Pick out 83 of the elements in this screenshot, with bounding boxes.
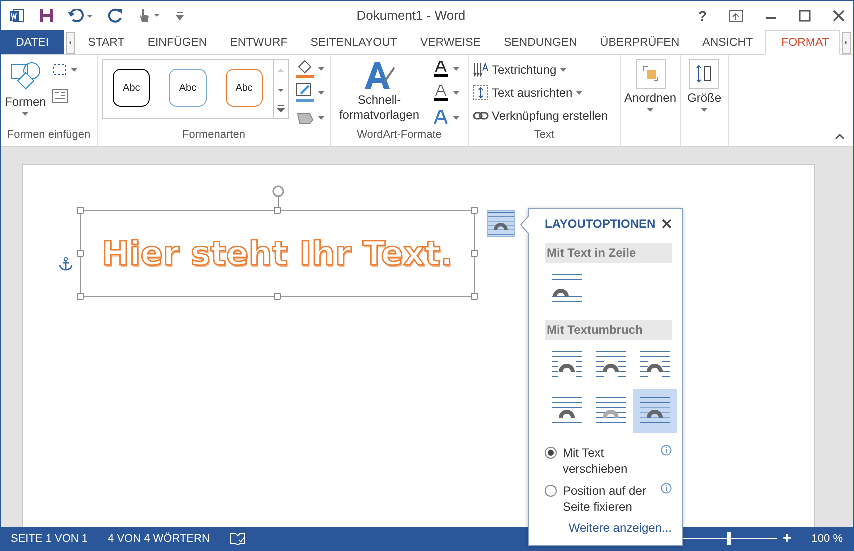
text-command[interactable]: Textrichtung xyxy=(473,59,608,81)
fill-bucket-icon[interactable] xyxy=(295,59,315,80)
arrange-icon xyxy=(642,65,660,83)
resize-handle[interactable] xyxy=(274,293,281,300)
text-fill-icon[interactable] xyxy=(432,60,450,78)
wordart-a-icon xyxy=(362,59,396,91)
size-button[interactable]: Größe xyxy=(687,59,722,128)
text-direction-icon xyxy=(473,62,489,78)
resize-handle[interactable] xyxy=(471,250,478,257)
section-heading: Mit Text in Zeile xyxy=(545,243,672,263)
info-icon[interactable] xyxy=(661,445,672,456)
text-command[interactable]: Verknüpfung erstellen xyxy=(473,105,608,127)
resize-handle[interactable] xyxy=(471,293,478,300)
radio-label[interactable]: Position auf der Seite fixieren xyxy=(563,483,655,515)
caret-icon xyxy=(452,91,460,96)
quick-styles-button[interactable]: Schnell- formatvorlagen xyxy=(339,59,420,128)
caret-icon xyxy=(700,108,708,112)
window-title: Dokument1 - Word xyxy=(356,8,467,23)
radio-button[interactable] xyxy=(545,485,557,497)
command-label: Verknüpfung erstellen xyxy=(492,109,608,123)
panel-title: LAYOUTOPTIONEN xyxy=(545,217,656,231)
outline-pen-icon[interactable] xyxy=(295,83,315,104)
command-label: Textrichtung xyxy=(492,63,557,77)
shape-style-sample[interactable]: Abc xyxy=(169,69,207,107)
customize-icon[interactable] xyxy=(176,10,184,20)
shape-styles-gallery[interactable]: Abc Abc Abc xyxy=(102,59,289,119)
zoom-level[interactable]: 100 % xyxy=(812,532,843,544)
shapes-button[interactable]: Formen xyxy=(5,59,46,128)
text-outline-icon[interactable] xyxy=(432,84,450,102)
layout-options-button[interactable] xyxy=(487,210,515,237)
caret-icon xyxy=(71,68,78,72)
resize-handle[interactable] xyxy=(274,207,281,214)
wrap-option[interactable] xyxy=(633,389,677,433)
file-tab[interactable]: DATEI xyxy=(1,30,64,54)
text-align-icon xyxy=(473,85,489,101)
redo-icon[interactable] xyxy=(108,8,124,24)
zoom-in-button[interactable]: + xyxy=(783,530,792,547)
page-count[interactable]: SEITE 1 VON 1 xyxy=(11,532,88,544)
wordart-text: Hier steht Ihr Text. xyxy=(102,234,454,273)
group-label: Text xyxy=(534,128,555,143)
touch-mode-icon[interactable] xyxy=(138,8,162,24)
group-label: Formenarten xyxy=(182,128,246,143)
arrange-button[interactable]: Anordnen xyxy=(624,59,677,128)
text-effects-icon[interactable] xyxy=(432,108,450,127)
resize-handle[interactable] xyxy=(77,250,84,257)
caret-icon xyxy=(452,67,460,72)
shape-style-sample[interactable]: Abc xyxy=(113,69,150,107)
radio-button[interactable] xyxy=(545,447,557,459)
caret-icon xyxy=(318,91,325,96)
edit-shape-icon[interactable] xyxy=(52,63,68,77)
ribbon-display-icon[interactable] xyxy=(729,10,743,22)
group-label: WordArt-Formate xyxy=(357,128,442,143)
anchor-icon xyxy=(59,257,73,271)
caret-icon xyxy=(452,116,460,120)
text-command[interactable]: Text ausrichten xyxy=(473,82,608,104)
info-icon[interactable] xyxy=(661,483,672,494)
group-label: Formen einfügen xyxy=(7,128,91,143)
zoom-slider-thumb[interactable] xyxy=(727,532,732,545)
rotate-handle-icon[interactable] xyxy=(272,185,285,207)
close-icon[interactable] xyxy=(833,10,845,22)
size-icon xyxy=(695,64,714,84)
command-label: Text ausrichten xyxy=(492,86,573,100)
radio-label[interactable]: Mit Text verschieben xyxy=(563,445,655,477)
shape-style-sample[interactable]: Abc xyxy=(226,69,263,107)
caret-icon xyxy=(318,67,325,72)
caret-icon xyxy=(318,116,325,120)
collapse-ribbon-icon[interactable] xyxy=(835,134,845,140)
close-icon[interactable] xyxy=(662,219,672,229)
resize-handle[interactable] xyxy=(471,207,478,214)
section-heading: Mit Textumbruch xyxy=(545,320,672,340)
more-link[interactable]: Weitere anzeigen... xyxy=(568,521,672,535)
proofing-book-icon[interactable] xyxy=(230,532,246,546)
maximize-icon[interactable] xyxy=(799,10,811,22)
resize-handle[interactable] xyxy=(77,207,84,214)
help-button[interactable]: ? xyxy=(698,8,707,24)
word-app-icon[interactable] xyxy=(9,8,25,24)
caret-icon xyxy=(22,112,30,116)
text-box-icon[interactable] xyxy=(52,89,68,103)
ribbon-tab[interactable]: FORMAT xyxy=(764,30,840,55)
undo-icon[interactable] xyxy=(68,8,94,22)
resize-handle[interactable] xyxy=(77,293,84,300)
caret-icon xyxy=(647,108,654,112)
word-count[interactable]: 4 VON 4 WÖRTERN xyxy=(108,532,210,544)
